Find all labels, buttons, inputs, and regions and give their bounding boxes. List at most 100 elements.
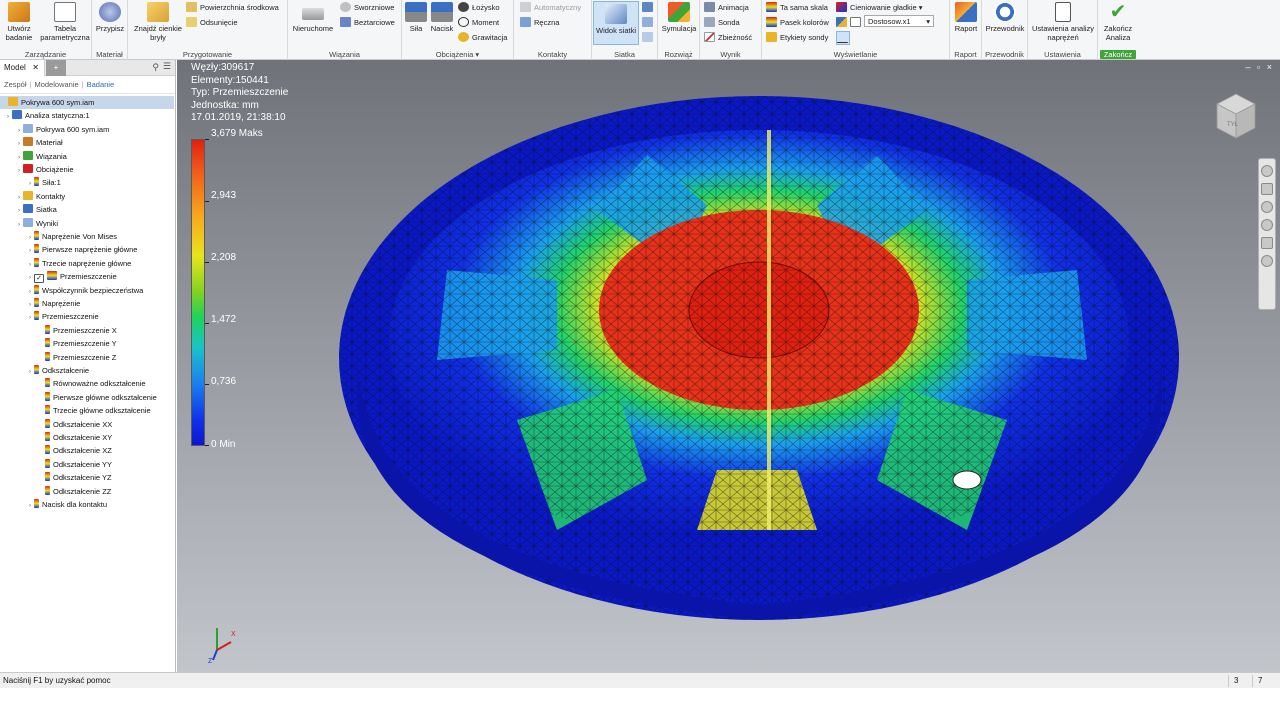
- expand-toggle-icon[interactable]: ›: [26, 500, 34, 513]
- tree-node[interactable]: Odkształcenie XZ: [37, 444, 112, 457]
- tree-node[interactable]: › Wyniki: [15, 217, 58, 230]
- frictionless-constraint-button[interactable]: Beztarciowe: [340, 16, 395, 30]
- finish-analysis-button[interactable]: ✔ Zakończ Analiza: [1099, 2, 1137, 42]
- tree-node[interactable]: Odkształcenie YZ: [37, 471, 112, 484]
- tree-node-label: Przemieszczenie: [42, 312, 99, 322]
- deformed-display-button[interactable]: [836, 31, 850, 45]
- expand-toggle-icon[interactable]: ›: [15, 165, 23, 178]
- tree-node[interactable]: › Naprężenie: [26, 297, 80, 310]
- tree-node[interactable]: Odkształcenie YY: [37, 458, 112, 471]
- tree-node[interactable]: › Analiza statyczna:1: [4, 109, 90, 122]
- tree-node[interactable]: › Siła:1: [26, 176, 61, 189]
- tree-node[interactable]: › Nacisk dla kontaktu: [26, 498, 107, 511]
- report-button[interactable]: Raport: [951, 2, 981, 33]
- probe-labels-button[interactable]: Etykiety sondy: [766, 31, 828, 45]
- tree-node[interactable]: › Trzecie naprężenie główne: [26, 257, 131, 270]
- mode-study[interactable]: Badanie: [87, 80, 115, 89]
- settings-doc-icon: [1055, 2, 1071, 22]
- tree-node[interactable]: › Odkształcenie: [26, 364, 89, 377]
- tree-node[interactable]: › Przemieszczenie: [26, 310, 99, 323]
- tree-node[interactable]: › Siatka: [15, 203, 57, 216]
- display-option-button-2[interactable]: [850, 16, 864, 30]
- nav-settings-icon[interactable]: [1261, 255, 1273, 267]
- mesh-view-button[interactable]: Widok siatki: [593, 1, 639, 45]
- tree-node[interactable]: › Kontakty: [15, 190, 65, 203]
- color-bar-button[interactable]: Pasek kolorów: [766, 16, 829, 30]
- fixed-constraint-button[interactable]: Nieruchome: [290, 2, 336, 33]
- tree-node[interactable]: Pierwsze główne odkształcenie: [37, 391, 157, 404]
- tree-node-label: Odkształcenie YY: [53, 459, 113, 469]
- convergence-button[interactable]: Zbieżność: [704, 31, 752, 45]
- stress-settings-button[interactable]: Ustawienia analizy naprężeń: [1030, 2, 1096, 42]
- tree-node[interactable]: › Pokrywa 600 sym.iam: [15, 123, 109, 136]
- orbit-icon[interactable]: [1261, 219, 1273, 231]
- add-tab-button[interactable]: +: [46, 60, 66, 76]
- tree-node[interactable]: Przemieszczenie X: [37, 324, 117, 337]
- tree-node[interactable]: Przemieszczenie Y: [37, 337, 117, 350]
- tree-node-label: Współczynnik bezpieczeństwa: [42, 285, 144, 295]
- tree-node[interactable]: › Pierwsze naprężenie główne: [26, 243, 137, 256]
- param-table-button[interactable]: Tabela parametryczna: [40, 2, 90, 42]
- scale-select[interactable]: Dostosow.x1 ▾: [864, 15, 934, 27]
- gravity-button[interactable]: Grawitacja: [458, 31, 507, 45]
- pan-icon[interactable]: [1261, 183, 1273, 195]
- mode-modeling[interactable]: Modelowanie: [34, 80, 78, 89]
- same-scale-button[interactable]: Ta sama skala: [766, 1, 828, 15]
- visibility-checkbox[interactable]: ✓: [34, 274, 44, 284]
- automatic-contacts-button[interactable]: Automatyczny: [520, 1, 581, 15]
- graphics-viewport[interactable]: Węzły:309617 Elementy:150441 Typ: Przemi…: [177, 60, 1280, 672]
- tab-model[interactable]: Model ✕: [0, 60, 45, 76]
- tree-node[interactable]: › Naprężenie Von Mises: [26, 230, 117, 243]
- expand-toggle-icon[interactable]: ›: [4, 111, 12, 124]
- viewcube[interactable]: TYŁ: [1213, 90, 1259, 142]
- expand-toggle-icon[interactable]: ›: [26, 312, 34, 325]
- zoom-icon[interactable]: [1261, 201, 1273, 213]
- tree-node[interactable]: › Wiązania: [15, 150, 67, 163]
- tree-node[interactable]: › ✓ Przemieszczenie: [26, 270, 117, 284]
- look-at-icon[interactable]: [1261, 237, 1273, 249]
- bearing-button[interactable]: Łożysko: [458, 1, 500, 15]
- ribbon-group-settings: Ustawienia analizy naprężeń Ustawienia: [1028, 0, 1098, 60]
- find-thin-bodies-button[interactable]: Znajdź cienkie bryły: [130, 2, 186, 42]
- close-icon[interactable]: ✕: [32, 60, 39, 76]
- pin-constraint-button[interactable]: Sworzniowe: [340, 1, 394, 15]
- pressure-button[interactable]: Nacisk: [430, 2, 454, 33]
- midsurface-button[interactable]: Powierzchnia środkowa: [186, 1, 279, 15]
- expand-toggle-icon[interactable]: ›: [15, 219, 23, 232]
- group-label-loads[interactable]: Obciążenia ▾: [402, 50, 513, 59]
- expand-toggle-icon[interactable]: ›: [26, 366, 34, 379]
- tree-node[interactable]: › Współczynnik bezpieczeństwa: [26, 284, 143, 297]
- tree-node[interactable]: › Materiał: [15, 136, 63, 149]
- viewport-window-controls[interactable]: – ▫ ×: [1246, 62, 1274, 72]
- simulate-button[interactable]: Symulacja: [659, 2, 699, 33]
- manual-contacts-button[interactable]: Ręczna: [520, 16, 559, 30]
- tree-node[interactable]: Odkształcenie XX: [37, 418, 112, 431]
- legend-tick: [205, 323, 209, 324]
- mesh-local-button[interactable]: [642, 16, 656, 30]
- element-count: Elementy:150441: [191, 74, 269, 86]
- tree-node[interactable]: Odkształcenie ZZ: [37, 485, 111, 498]
- assign-material-button[interactable]: Przypisz: [94, 2, 126, 33]
- mode-assembly[interactable]: Zespół: [4, 80, 27, 89]
- tree-node[interactable]: Przemieszczenie Z: [37, 351, 116, 364]
- probe-button[interactable]: Sonda: [704, 16, 740, 30]
- display-option-button-1[interactable]: [836, 16, 850, 30]
- tree-node[interactable]: Pokrywa 600 sym.iam: [0, 96, 174, 109]
- moment-button[interactable]: Moment: [458, 16, 499, 30]
- mesh-settings-button[interactable]: [642, 1, 656, 15]
- smooth-shading-dropdown[interactable]: Cieniowanie gładkie ▾: [836, 1, 923, 15]
- tree-node-icon: [45, 418, 50, 428]
- guide-button[interactable]: Przewodnik: [984, 2, 1026, 33]
- animate-button[interactable]: Animacja: [704, 1, 749, 15]
- offset-button[interactable]: Odsunięcie: [186, 16, 238, 30]
- mesh-convergence-button[interactable]: [642, 31, 656, 45]
- steering-wheel-icon[interactable]: [1261, 165, 1273, 177]
- create-study-button[interactable]: Utwórz badanie: [2, 2, 36, 42]
- tree-node[interactable]: Równoważne odkształcenie: [37, 377, 146, 390]
- tree-node[interactable]: Odkształcenie XY: [37, 431, 112, 444]
- tree-node[interactable]: Trzecie główne odkształcenie: [37, 404, 151, 417]
- tree-node[interactable]: › Obciążenie: [15, 163, 74, 176]
- force-button[interactable]: Siła: [404, 2, 428, 33]
- menu-icon[interactable]: ☰: [163, 61, 171, 72]
- search-icon[interactable]: ⚲: [152, 62, 159, 73]
